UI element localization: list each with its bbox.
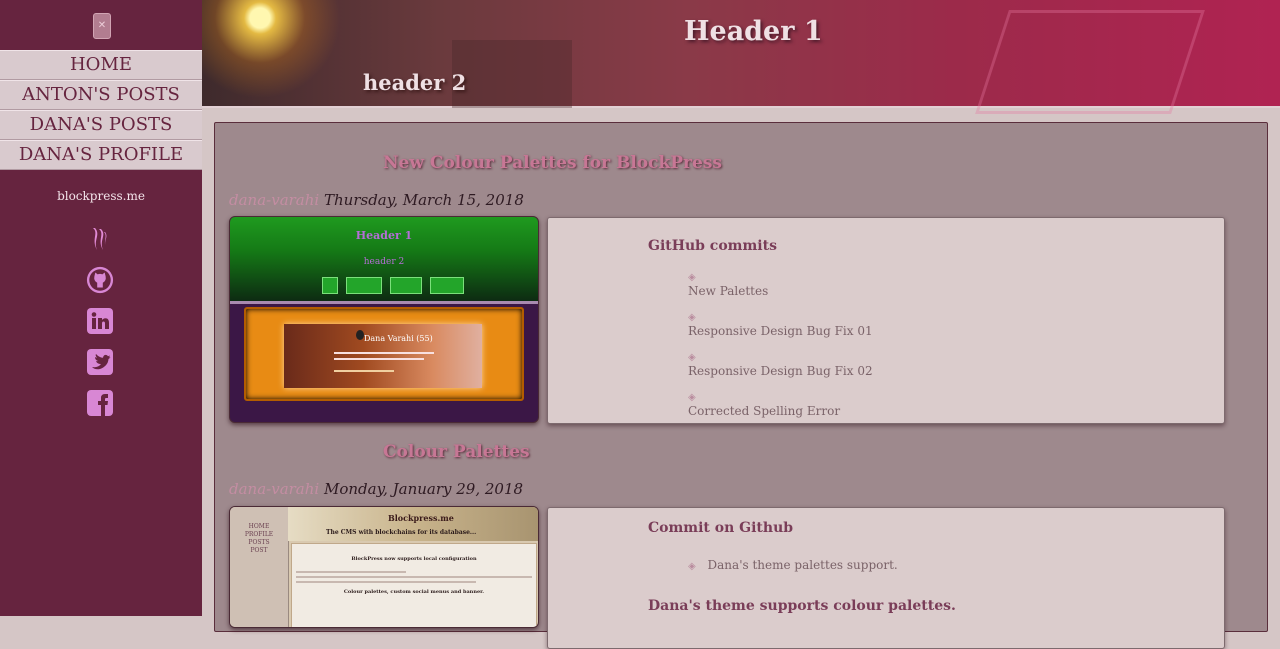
post-thumbnail[interactable]: Header 1 header 2 Dana Varahi (55)	[229, 216, 539, 423]
bullet-icon: ◈	[688, 272, 696, 283]
nav-item-danas-posts[interactable]: DANA'S POSTS	[0, 110, 202, 140]
site-header: Header 1 header 2	[202, 0, 1280, 114]
bullet-icon: ◈	[688, 392, 696, 403]
commit-item: ◈ Responsive Design Bug Fix 02	[688, 352, 873, 378]
thumbnail-text-line	[334, 352, 434, 354]
nav-item-antons-posts[interactable]: ANTON'S POSTS	[0, 80, 202, 110]
thumbnail-nav-item: POSTS	[248, 539, 270, 546]
thumbnail-text-line	[296, 581, 476, 583]
commit-item: ◈ Corrected Spelling Error	[688, 392, 841, 418]
thumbnail-header: Header 1 header 2	[230, 217, 538, 304]
nav-item-danas-profile[interactable]: DANA'S PROFILE	[0, 140, 202, 170]
thumbnail-nav-item	[390, 277, 423, 294]
thumbnail-profile-name: Dana Varahi (55)	[364, 334, 433, 343]
post-title[interactable]: Colour Palettes	[383, 442, 530, 462]
thumbnail-text-line	[334, 358, 424, 360]
thumbnail-nav-item	[322, 277, 338, 294]
sidebar: ✕ HOME ANTON'S POSTS DANA'S POSTS DANA'S…	[0, 0, 202, 616]
thumbnail-nav-item	[346, 277, 383, 294]
thumbnail-text-line	[296, 571, 406, 573]
bullet-icon: ◈	[688, 561, 696, 572]
post-author[interactable]: dana-varahi	[229, 480, 319, 498]
header-1: Header 1	[684, 16, 823, 47]
thumbnail-nav-item: HOME	[248, 523, 270, 530]
commit-item: ◈ Dana's theme palettes support.	[688, 558, 898, 572]
thumbnail-site-subtitle: The CMS with blockchains for its databas…	[326, 529, 477, 536]
steem-icon[interactable]	[86, 225, 114, 253]
main-nav: HOME ANTON'S POSTS DANA'S POSTS DANA'S P…	[0, 50, 202, 170]
post-card: Commit on Github ◈ Dana's theme palettes…	[547, 507, 1225, 649]
thumbnail-content: Dana Varahi (55)	[244, 307, 524, 401]
thumbnail-text-line	[334, 370, 394, 372]
thumbnail-header: Blockpress.me The CMS with blockchains f…	[288, 507, 538, 541]
thumbnail-nav-item	[430, 277, 465, 294]
header-2: header 2	[363, 70, 467, 95]
thumbnail-text-line	[296, 576, 532, 578]
thumbnail-headline: BlockPress now supports local configurat…	[351, 556, 477, 562]
thumbnail-nav	[322, 277, 467, 296]
post-card: GitHub commits ◈ New Palettes ◈ Responsi…	[547, 217, 1225, 424]
nav-item-home[interactable]: HOME	[0, 50, 202, 80]
commit-item: ◈ Responsive Design Bug Fix 01	[688, 312, 873, 338]
thumbnail-profile-banner: Dana Varahi (55)	[284, 324, 482, 388]
main-content: New Colour Palettes for BlockPress dana-…	[214, 122, 1268, 649]
github-icon[interactable]	[86, 266, 114, 294]
post-meta: dana-varahi Thursday, March 15, 2018	[229, 191, 524, 209]
thumbnail-sidebar: HOME PROFILE POSTS POST	[230, 507, 289, 627]
thumbnail-header-2: header 2	[363, 257, 405, 267]
post-date: Monday, January 29, 2018	[324, 480, 524, 498]
facebook-icon[interactable]	[86, 389, 114, 417]
card-title: GitHub commits	[648, 238, 777, 254]
thumbnail-nav-item: POST	[250, 547, 268, 554]
twitter-icon[interactable]	[86, 348, 114, 376]
commit-item: ◈ New Palettes	[688, 272, 769, 298]
thumbnail-headline: Colour palettes, custom social menus and…	[343, 589, 485, 595]
post-title[interactable]: New Colour Palettes for BlockPress	[383, 153, 722, 173]
post-date: Thursday, March 15, 2018	[324, 191, 524, 209]
post-thumbnail[interactable]: HOME PROFILE POSTS POST Blockpress.me Th…	[229, 506, 539, 628]
post-author[interactable]: dana-varahi	[229, 191, 319, 209]
thumbnail-header-1: Header 1	[355, 229, 413, 242]
avatar	[356, 330, 364, 340]
card-title: Commit on Github	[648, 520, 794, 536]
bullet-icon: ◈	[688, 312, 696, 323]
linkedin-icon[interactable]	[86, 307, 114, 335]
header-background-shape	[975, 10, 1205, 114]
logo-icon[interactable]: ✕	[93, 13, 111, 39]
social-links	[86, 225, 116, 430]
thumbnail-site-title: Blockpress.me	[388, 513, 454, 523]
site-link[interactable]: blockpress.me	[0, 189, 202, 203]
thumbnail-content: BlockPress now supports local configurat…	[291, 543, 537, 627]
post-meta: dana-varahi Monday, January 29, 2018	[229, 480, 523, 498]
thumbnail-nav-item: PROFILE	[244, 531, 274, 538]
bullet-icon: ◈	[688, 352, 696, 363]
header-background-shape	[452, 40, 572, 108]
card-title: Dana's theme supports colour palettes.	[648, 598, 956, 614]
